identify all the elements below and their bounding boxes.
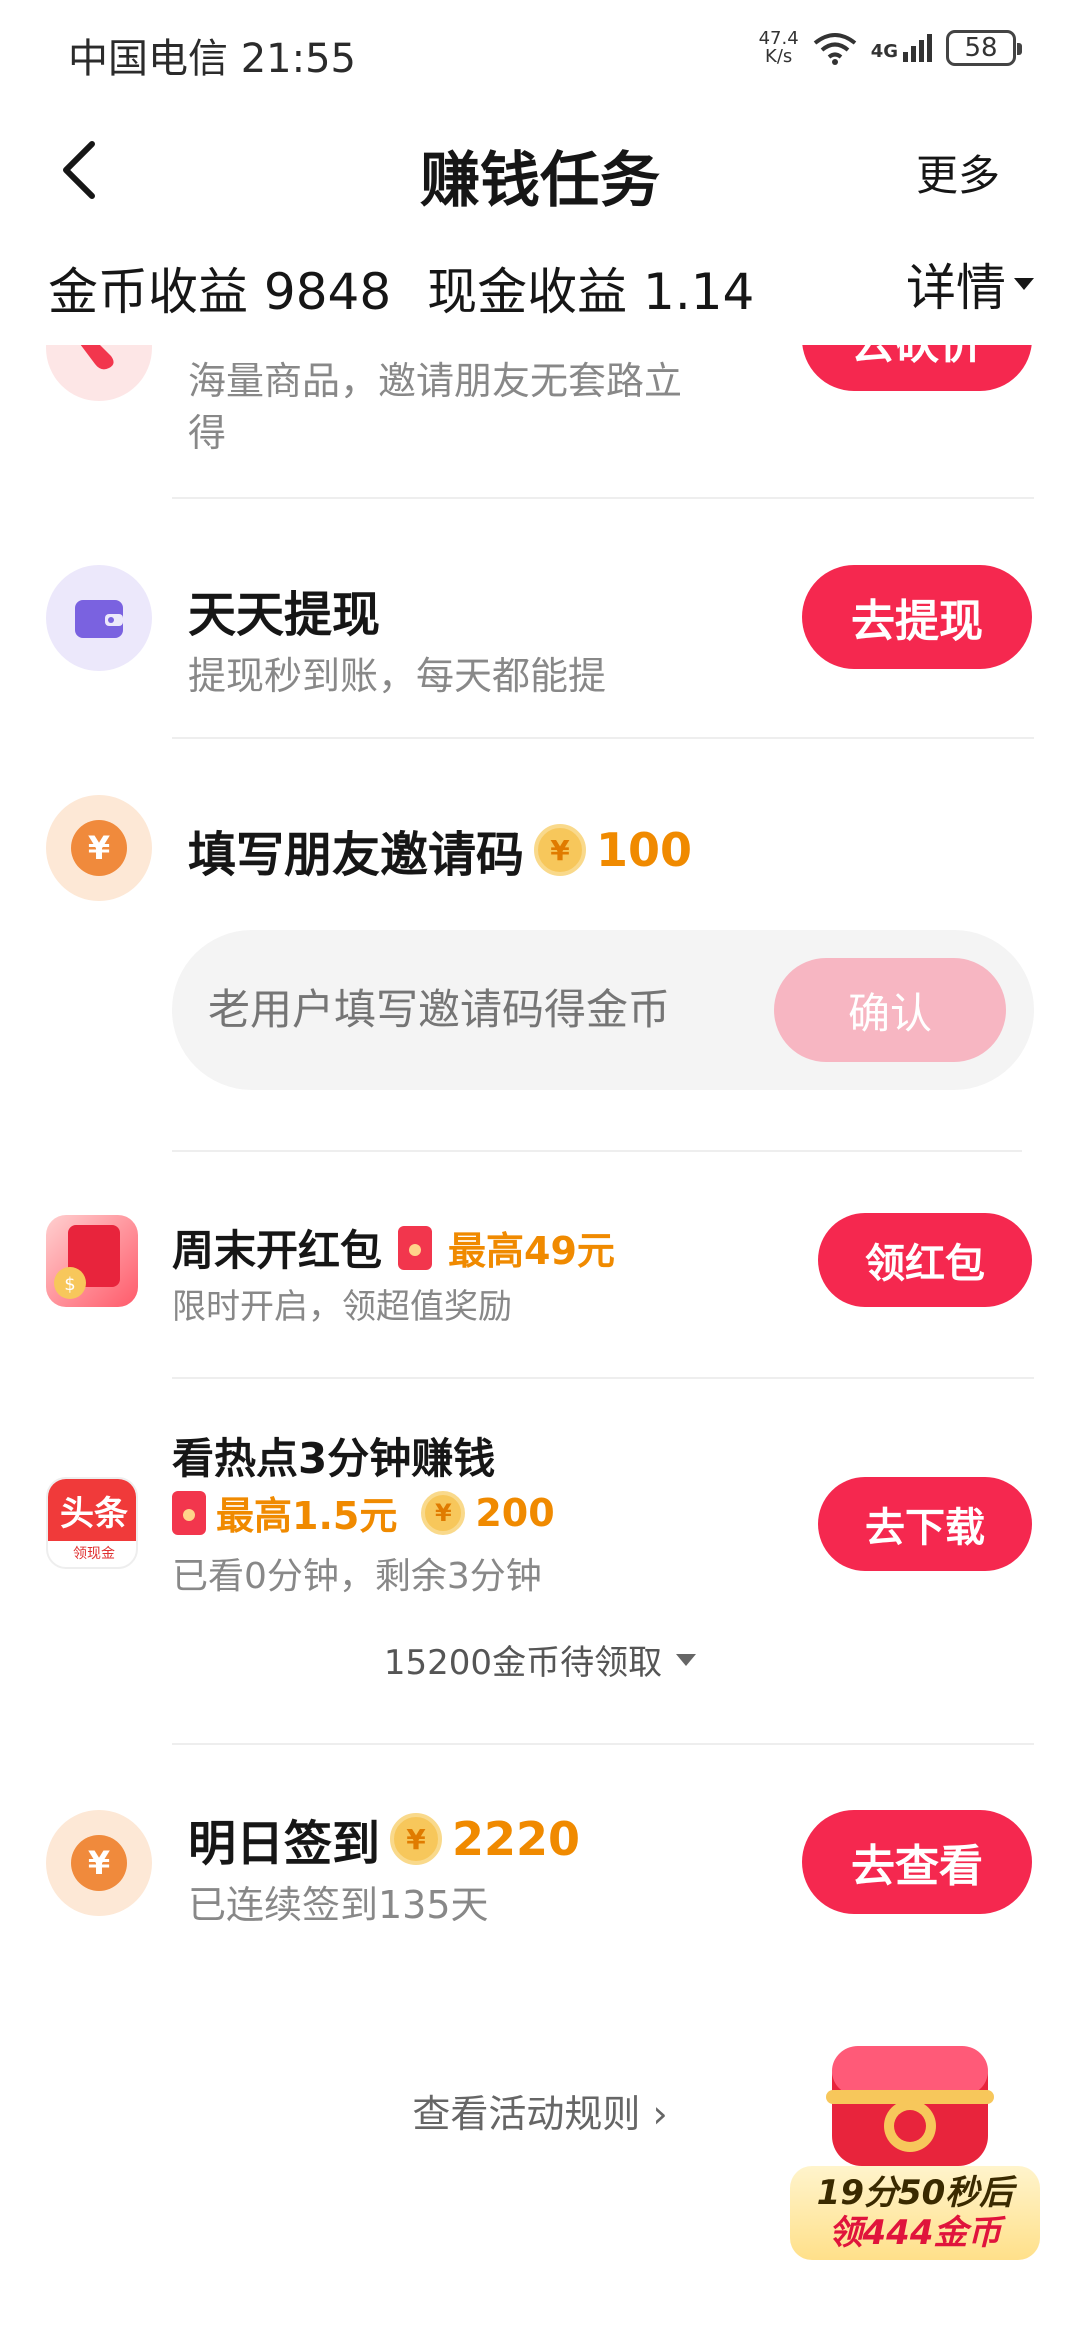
task-withdraw: 天天提现 提现秒到账，每天都能提 去提现 [0,565,1080,745]
invite-title-row: 填写朋友邀请码 ¥ 100 [188,815,692,885]
hot-news-cash-reward: 最高1.5元 [216,1494,398,1538]
carrier-time: 中国电信 21:55 [68,36,356,82]
task-weekend-redpack: $ 周末开红包 最高49元 限时开启，领超值奖励 领红包 [0,1213,1080,1365]
header: 赚钱任务 更多 [0,110,1080,220]
withdraw-title: 天天提现 [188,587,381,643]
confirm-button[interactable]: 确认 [774,958,1006,1062]
redpack-reward: 最高49元 [448,1229,615,1273]
details-button[interactable]: 详情 [906,248,1034,320]
coin-icon: ¥ [390,1813,443,1865]
redpack-title: 周末开红包 [172,1226,383,1275]
signal-icon: 4G [871,34,932,62]
divider [172,497,1034,499]
invite-code-input[interactable] [208,930,728,1090]
pending-coins[interactable]: 15200金币待领取 [0,1635,1080,1684]
chest-timer[interactable]: 19分50秒后 领444金币 [790,2166,1040,2260]
redpack-subtitle: 限时开启，领超值奖励 [172,1287,512,1327]
coin-icon: ¥ [421,1490,466,1535]
divider [172,1743,1034,1745]
cash-earnings: 现金收益 1.14 [427,263,755,321]
coin-earnings: 金币收益 9848 [48,263,392,321]
redpack-app-icon: $ [46,1215,138,1307]
checkin-subtitle: 已连续签到135天 [188,1883,489,1927]
invite-code-box: 确认 [172,930,1034,1090]
svg-text:$: $ [64,1274,75,1295]
redpack-title-row: 周末开红包 最高49元 [172,1217,615,1278]
caret-down-icon [1014,278,1034,290]
download-button[interactable]: 去下载 [818,1477,1032,1571]
bargain-icon [46,345,152,401]
hot-news-subtitle: 已看0分钟，剩余3分钟 [172,1556,542,1597]
hot-news-rewards: 最高1.5元 ¥ 200 [172,1485,555,1540]
bargain-button[interactable]: 去砍价 [802,345,1032,391]
status-icons: 47.4 K/s 4G 58 [758,28,1022,67]
redpack-button[interactable]: 领红包 [818,1213,1032,1307]
details-label: 详情 [906,259,1006,317]
checkin-reward: 2220 [452,1812,581,1866]
task-checkin: ¥ 明日签到 ¥ 2220 已连续签到135天 去查看 [0,1810,1080,1970]
yuan-coin-icon: ¥ [46,795,152,901]
more-button[interactable]: 更多 [916,142,1000,203]
hot-news-title: 看热点3分钟赚钱 [172,1434,496,1483]
battery-icon: 58 [946,30,1022,66]
yuan-coin-icon: ¥ [46,1810,152,1916]
chest-icon [826,2046,994,2166]
withdraw-subtitle: 提现秒到账，每天都能提 [188,654,607,698]
red-envelope-icon [172,1490,206,1535]
checkin-title-row: 明日签到 ¥ 2220 [188,1804,580,1874]
divider [172,1150,1022,1152]
bargain-subtitle: 海量商品，邀请朋友无套路立 得 [188,359,683,455]
toutiao-app-icon: 头条 领现金 [46,1477,138,1569]
wifi-icon [813,33,856,65]
divider [172,1377,1034,1379]
invite-title: 填写朋友邀请码 [188,827,525,883]
wallet-icon [46,565,152,671]
earnings-summary: 金币收益 9848 现金收益 1.14 [48,252,754,324]
checkin-button[interactable]: 去查看 [802,1810,1032,1914]
task-hot-news: 头条 领现金 看热点3分钟赚钱 最高1.5元 ¥ 200 已看0分钟，剩余3分钟… [0,1425,1080,1725]
invite-reward: 100 [596,823,693,877]
task-bargain: 海量商品，邀请朋友无套路立 得 去砍价 [0,345,1080,455]
net-speed: 47.4 K/s [758,28,799,67]
task-invite-code: ¥ 填写朋友邀请码 ¥ 100 [0,795,1080,915]
hot-news-coin-reward: 200 [475,1490,555,1535]
caret-down-icon [676,1653,697,1666]
divider [172,737,1034,739]
coin-icon: ¥ [534,824,587,876]
chevron-right-icon: › [652,2092,668,2136]
checkin-title: 明日签到 [188,1816,381,1872]
red-envelope-icon [398,1225,433,1270]
status-bar: 中国电信 21:55 47.4 K/s 4G 58 [0,0,1080,100]
withdraw-button[interactable]: 去提现 [802,565,1032,669]
